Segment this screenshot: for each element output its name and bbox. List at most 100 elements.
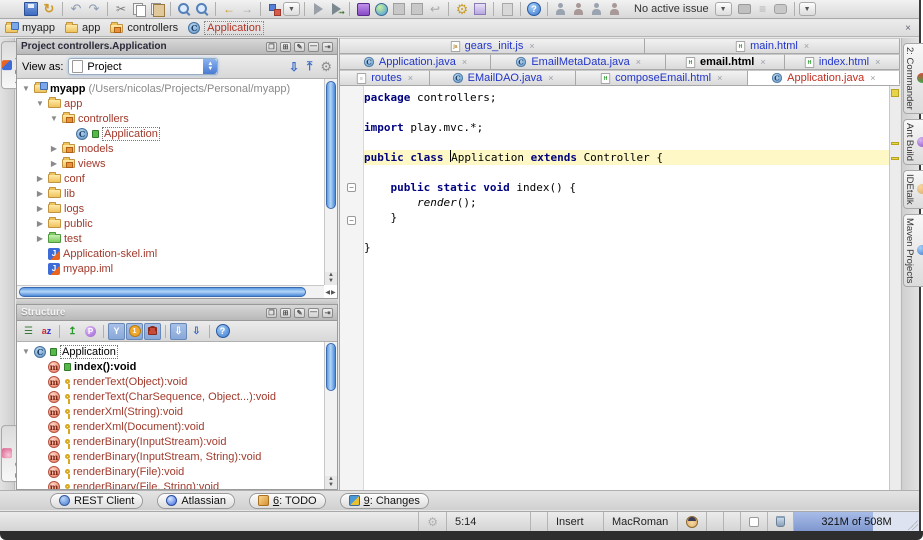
tree-expander-icon[interactable]: ▼ <box>21 84 31 93</box>
view-as-select[interactable]: Project ▲▼ <box>68 58 218 75</box>
structure-tree-row[interactable]: mrenderXml(String):void <box>19 404 337 419</box>
help-icon[interactable] <box>214 323 231 340</box>
project-tree-row[interactable]: Jmyapp.iml <box>19 261 337 276</box>
memory-indicator[interactable]: 321M of 508M <box>793 512 919 531</box>
float-mode-icon[interactable]: ❐ <box>266 42 277 52</box>
tab-close-icon[interactable]: × <box>760 57 765 67</box>
autoscroll-to-source-icon[interactable] <box>170 323 187 340</box>
tree-expander-icon[interactable]: ▶ <box>49 144 59 153</box>
open-icon[interactable] <box>5 1 21 17</box>
gear-icon[interactable]: ⚙ <box>320 59 332 75</box>
structure-tree-row[interactable]: mrenderBinary(InputStream, String):void <box>19 449 337 464</box>
project-tree-row[interactable]: ▶views <box>19 156 337 171</box>
structure-vertical-scrollbar[interactable] <box>324 342 337 489</box>
save-icon[interactable] <box>23 1 39 17</box>
tab-close-icon[interactable]: × <box>636 57 641 67</box>
show-non-public-icon[interactable] <box>126 323 143 340</box>
code-line[interactable]: package controllers; <box>364 90 900 105</box>
copy-disabled-icon[interactable] <box>391 1 407 17</box>
project-tree-row[interactable]: ▶models <box>19 141 337 156</box>
minimize-icon[interactable]: — <box>308 308 319 318</box>
package-icon[interactable] <box>355 1 371 17</box>
code-line[interactable]: public class Application extends Control… <box>364 150 900 165</box>
resize-grip-icon[interactable] <box>908 520 918 530</box>
cut-icon[interactable]: ✂ <box>113 1 129 17</box>
code-line[interactable] <box>364 225 900 240</box>
breadcrumb-item-myapp[interactable]: myapp <box>5 22 55 34</box>
project-tree-row[interactable]: ▶test <box>19 231 337 246</box>
tree-expander-icon[interactable]: ▶ <box>35 204 45 213</box>
pin-icon[interactable]: ✎ <box>294 308 305 318</box>
structure-tree-row[interactable]: ▼CApplication <box>19 344 337 359</box>
toolwindow-tab-2: Commander[interactable]: 2: Commander <box>903 43 923 114</box>
tree-expander-icon[interactable]: ▶ <box>35 174 45 183</box>
dock-mode-icon[interactable]: ⊞ <box>280 42 291 52</box>
person-share-icon[interactable] <box>607 1 623 17</box>
editor-tab-EmailMetaData.java[interactable]: CEmailMetaData.java× <box>491 54 666 69</box>
project-vertical-scrollbar[interactable] <box>324 79 337 285</box>
warning-mark[interactable] <box>891 157 899 160</box>
editor-tab-email.html[interactable]: email.html× <box>666 54 785 69</box>
scrollbar-arrows[interactable]: ▲▼ <box>324 272 337 285</box>
run-icon[interactable] <box>310 1 326 17</box>
chevron-down-icon[interactable]: ▼ <box>715 2 732 16</box>
code-line[interactable]: } <box>364 240 900 255</box>
redo-icon[interactable]: ↷ <box>86 1 102 17</box>
code-line[interactable]: } <box>364 210 900 225</box>
tab-close-icon[interactable]: × <box>804 41 809 51</box>
autoscroll-from-source-icon[interactable] <box>188 323 205 340</box>
toolwindow-tab-IDEtalk[interactable]: IDEtalk <box>903 170 923 209</box>
float-mode-icon[interactable]: ❐ <box>266 308 277 318</box>
bubble-icon[interactable] <box>773 1 789 17</box>
code-line[interactable]: render(); <box>364 195 900 210</box>
autoscroll-to-source-icon[interactable]: ⇩ <box>289 60 299 74</box>
dock-mode-icon[interactable]: ⊞ <box>280 308 291 318</box>
structure-tree-row[interactable]: mrenderText(Object):void <box>19 374 337 389</box>
person-status-icon[interactable] <box>589 1 605 17</box>
breadcrumb-item-app[interactable]: app <box>65 22 100 34</box>
pin-icon[interactable]: ✎ <box>294 42 305 52</box>
toolwindow-button-6: TODO[interactable]: 6: TODO <box>249 493 326 509</box>
tab-close-icon[interactable]: × <box>875 57 880 67</box>
editor-tab-composeEmail.html[interactable]: composeEmail.html× <box>576 70 748 85</box>
warning-mark[interactable] <box>891 142 899 145</box>
revert-icon[interactable]: ↩ <box>427 1 443 17</box>
copy-icon[interactable] <box>131 1 147 17</box>
tree-expander-icon[interactable]: ▼ <box>49 114 59 123</box>
project-tree-row[interactable]: ▶logs <box>19 201 337 216</box>
editor-tab-gears_init.js[interactable]: gears_init.js× <box>340 38 645 53</box>
tree-expander-icon[interactable]: ▶ <box>49 159 59 168</box>
checkbox-icon[interactable] <box>749 517 759 527</box>
debug-icon[interactable] <box>328 1 344 17</box>
tree-expander-icon[interactable]: ▶ <box>35 234 45 243</box>
project-tree-row[interactable]: ▶conf <box>19 171 337 186</box>
list-icon[interactable] <box>755 1 771 17</box>
active-issue-selector[interactable]: No active issue▼ <box>628 2 732 16</box>
project-tree-row[interactable]: ▶lib <box>19 186 337 201</box>
settings-icon[interactable]: ⚙ <box>454 1 470 17</box>
fold-marker-icon[interactable]: − <box>347 183 356 192</box>
code-line[interactable] <box>364 165 900 180</box>
forward-icon[interactable]: → <box>239 1 255 17</box>
structure-tree-row[interactable]: mrenderBinary(File):void <box>19 464 337 479</box>
structure-tree-row[interactable]: mrenderText(CharSequence, Object...):voi… <box>19 389 337 404</box>
warning-mark[interactable] <box>891 89 899 97</box>
hide-icon[interactable]: ⇥ <box>322 308 333 318</box>
structure-tree-row[interactable]: mrenderBinary(InputStream):void <box>19 434 337 449</box>
code-line[interactable]: import play.mvc.*; <box>364 120 900 135</box>
close-icon[interactable]: × <box>905 23 911 34</box>
idetalk-status-cell[interactable] <box>677 512 706 531</box>
sort-alphabetically-icon[interactable] <box>38 323 55 340</box>
find-usages-icon[interactable] <box>194 1 210 17</box>
caret-position-cell[interactable]: 5:14 <box>446 512 530 531</box>
toolwindow-tab-Maven Projects[interactable]: Maven Projects <box>903 214 923 287</box>
scrollbar-arrows[interactable]: ▲▼ <box>324 476 337 489</box>
project-horizontal-scrollbar[interactable]: ◀▶ <box>17 285 324 298</box>
select-stepper-icon[interactable]: ▲▼ <box>203 59 217 74</box>
encoding-cell[interactable]: MacRoman <box>603 512 677 531</box>
person-commit-icon[interactable] <box>571 1 587 17</box>
doc-icon[interactable] <box>499 1 515 17</box>
show-inherited-icon[interactable] <box>108 323 125 340</box>
show-locked-icon[interactable] <box>144 323 161 340</box>
show-fields-icon[interactable] <box>64 323 81 340</box>
